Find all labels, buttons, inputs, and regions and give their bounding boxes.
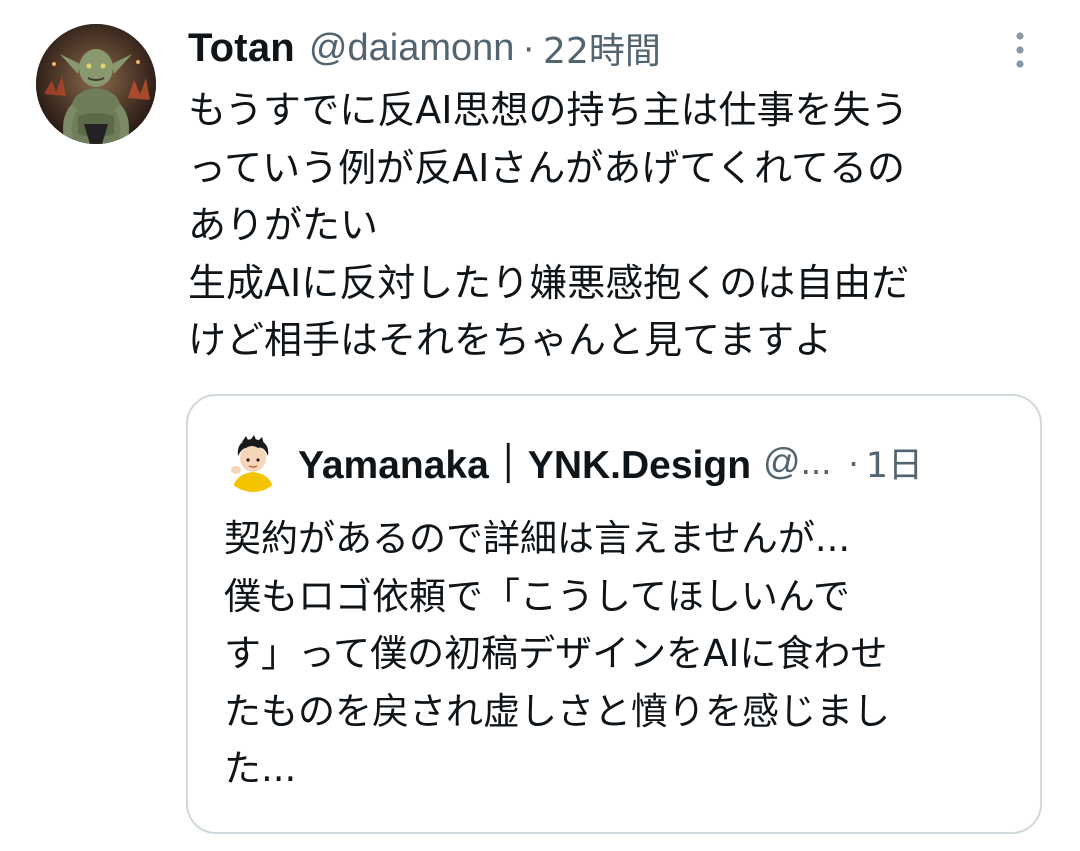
separator-dot: ·: [847, 441, 860, 482]
quoted-tweet-card[interactable]: Yamanaka｜YNK.Design @... · 1日 契約があるので詳細は…: [186, 394, 1042, 834]
tweet-text-line: ありがたい: [188, 203, 379, 247]
tweet-text-line: 生成AIに反対したり嫌悪感抱くのは自由だ: [188, 260, 910, 305]
user-handle[interactable]: @daiamonn: [309, 27, 514, 70]
quote-text-line: 僕もロゴ依頼で「こうしてほしいんで: [224, 574, 851, 618]
quote-text-line: た...: [224, 747, 297, 790]
tweet-text-line: けど相手はそれをちゃんと見てますよ: [188, 318, 833, 362]
quote-text-line: す」って僕の初稿デザインをAIに食わせ: [224, 632, 888, 675]
quote-timestamp[interactable]: 1日: [866, 437, 923, 488]
quote-display-name[interactable]: Yamanaka｜YNK.Design: [298, 434, 751, 490]
tweet[interactable]: Totan @daiamonn · 22時間 もうすでに反AI思想の持ち主は仕事…: [0, 0, 1080, 851]
tweet-text: もうすでに反AI思想の持ち主は仕事を失う っていう例が反AIさんがあげてくれてる…: [188, 82, 1048, 370]
quote-user-handle[interactable]: @...: [763, 441, 831, 483]
quote-header: Yamanaka｜YNK.Design @... · 1日: [298, 432, 923, 492]
more-vertical-icon[interactable]: [1006, 26, 1034, 74]
cartoon-avatar-image: [222, 430, 284, 492]
timestamp[interactable]: 22時間: [543, 22, 661, 74]
quote-text-line: 契約があるので詳細は言えませんが...: [224, 517, 851, 560]
quote-text-line: たものを戻され虚しさと憤りを感じまし: [224, 689, 890, 733]
quote-avatar[interactable]: [222, 430, 284, 492]
tweet-text-line: もうすでに反AI思想の持ち主は仕事を失う: [188, 88, 909, 132]
display-name[interactable]: Totan: [188, 26, 295, 71]
goblin-avatar-image: [36, 24, 156, 144]
tweet-header: Totan @daiamonn · 22時間: [188, 22, 661, 74]
tweet-text-line: っていう例が反AIさんがあげてくれてるの: [188, 145, 906, 190]
avatar[interactable]: [36, 24, 156, 144]
separator-dot: ·: [522, 26, 536, 69]
quote-text: 契約があるので詳細は言えませんが... 僕もロゴ依頼で「こうしてほしいんで す」…: [224, 510, 1024, 798]
